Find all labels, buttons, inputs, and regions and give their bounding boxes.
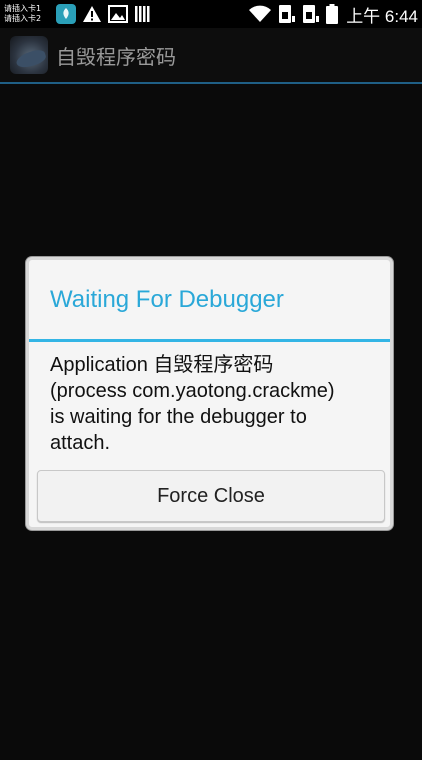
dialog-message-line: attach.: [50, 432, 111, 454]
wifi-icon: [248, 5, 272, 23]
sim-status-labels: 请插入卡1 请插入卡2: [4, 4, 50, 24]
dialog-title: Waiting For Debugger: [29, 260, 390, 342]
force-close-button[interactable]: Force Close: [37, 470, 385, 522]
dialog-message-line: is waiting for the debugger to: [50, 406, 307, 428]
sim1-label: 请插入卡1: [4, 4, 42, 13]
sim1-icon: [278, 4, 296, 24]
sim2-icon: [302, 4, 320, 24]
dialog-message-line: Application 自毁程序密码: [50, 354, 274, 376]
status-bar: 请插入卡1 请插入卡2 上午 6:44: [0, 0, 422, 28]
dialog-message-line: (process com.yaotong.crackme): [50, 380, 335, 402]
image-icon: [108, 5, 128, 23]
waiting-for-debugger-dialog: Waiting For Debugger Application 自毁程序密码 …: [26, 257, 393, 530]
action-bar: 自毁程序密码: [0, 28, 422, 84]
app-icon[interactable]: [10, 36, 48, 74]
warning-icon: [82, 5, 102, 23]
status-time: 上午 6:44: [346, 6, 418, 26]
dialog-message: Application 自毁程序密码 (process com.yaotong.…: [50, 352, 380, 456]
app-title: 自毁程序密码: [56, 44, 176, 69]
signal-bars-icon: [134, 5, 150, 23]
sim2-label: 请插入卡2: [4, 14, 42, 23]
huawei-app-icon: [56, 4, 76, 24]
battery-icon: [326, 4, 339, 24]
